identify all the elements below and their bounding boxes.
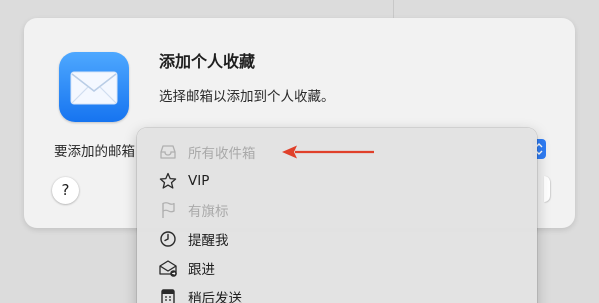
mail-app-icon — [59, 52, 129, 122]
menu-item-flagged: 有旗标 — [137, 195, 537, 224]
menu-item-label: VIP — [188, 172, 210, 189]
menu-item-follow-up[interactable]: 跟进 — [137, 253, 537, 282]
inbox-tray-icon — [158, 142, 178, 162]
flag-icon — [158, 200, 178, 220]
background-divider — [393, 0, 394, 18]
menu-item-label: 有旗标 — [188, 203, 229, 220]
menu-item-vip[interactable]: VIP — [137, 166, 537, 195]
menu-item-remind-me[interactable]: 提醒我 — [137, 224, 537, 253]
follow-up-envelope-icon — [158, 258, 178, 278]
star-icon — [158, 171, 178, 191]
clock-icon — [158, 229, 178, 249]
menu-item-label: 提醒我 — [188, 232, 229, 249]
send-later-icon — [158, 287, 178, 303]
dialog-subtitle: 选择邮箱以添加到个人收藏。 — [159, 89, 335, 105]
menu-item-label: 跟进 — [188, 261, 215, 278]
help-button[interactable]: ? — [52, 177, 79, 204]
annotation-arrow-icon — [282, 145, 374, 159]
menu-item-send-later[interactable]: 稍后发送 — [137, 282, 537, 303]
mailbox-field-label: 要添加的邮箱 — [54, 144, 135, 160]
menu-item-label: 所有收件箱 — [188, 145, 256, 162]
menu-item-label: 稍后发送 — [188, 290, 242, 303]
dialog-title: 添加个人收藏 — [159, 52, 256, 71]
add-button-edge[interactable] — [544, 176, 550, 202]
